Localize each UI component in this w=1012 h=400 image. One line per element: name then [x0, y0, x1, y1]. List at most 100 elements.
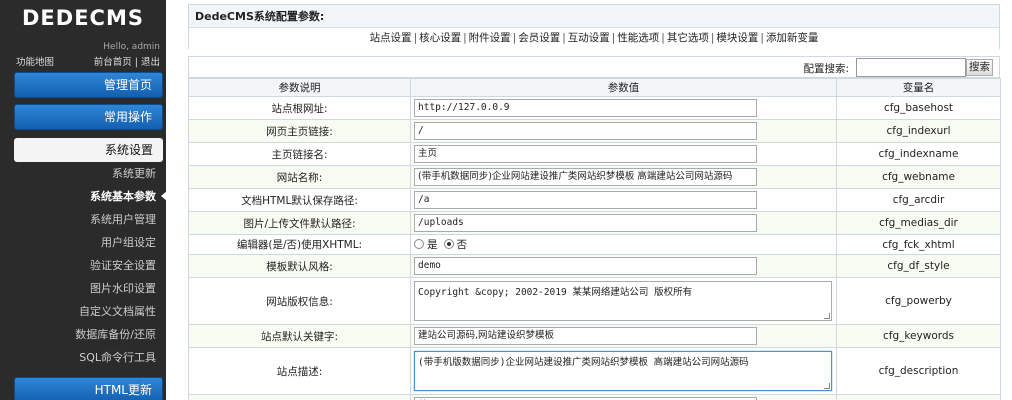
- sidebar-menu-item[interactable]: 系统用户管理: [0, 208, 166, 231]
- config-search-bar: 配置搜索: 搜索: [188, 56, 1000, 78]
- param-input[interactable]: http://127.0.0.9: [414, 99, 757, 117]
- param-desc: 网站名称:: [188, 165, 411, 189]
- sidebar-menu-item[interactable]: 系统基本参数: [0, 185, 167, 208]
- param-var-name: cfg_powerby: [836, 277, 1001, 325]
- settings-tab[interactable]: 互动设置: [568, 32, 610, 44]
- param-input[interactable]: (带手机数据同步)企业网站建设推广类网站织梦模板 高端建站公司网站源码: [414, 168, 757, 186]
- param-input[interactable]: /: [414, 122, 757, 140]
- param-input[interactable]: 主页: [414, 145, 757, 163]
- sidebar-menu-item[interactable]: 验证安全设置: [0, 254, 166, 277]
- sidebar-menu-label: 用户组设定: [101, 236, 156, 249]
- param-desc: 模板默认风格:: [188, 254, 411, 278]
- table-row: 站点默认关键字: 建站公司源码,网站建设织梦模板 cfg_keywords: [188, 324, 1001, 348]
- sidebar-menu-item[interactable]: SQL命令行工具: [0, 346, 166, 369]
- table-row: 主页链接名: 主页 cfg_indexname: [188, 142, 1001, 166]
- admin-home-button[interactable]: 管理首页: [14, 72, 163, 98]
- header-value: 参数值: [410, 78, 837, 97]
- param-desc: 编辑器(是/否)使用XHTML:: [188, 234, 411, 255]
- sidebar-menu-label: SQL命令行工具: [79, 351, 156, 364]
- param-textarea[interactable]: Copyright &copy; 2002-2019 某某网络建站公司 版权所有: [414, 281, 832, 321]
- sidebar-menu-item[interactable]: 图片水印设置: [0, 277, 166, 300]
- system-menu: 系统更新系统基本参数 系统用户管理用户组设定验证安全设置图片水印设置自定义文档属性…: [0, 162, 167, 369]
- param-desc: 站点描述:: [188, 347, 411, 395]
- param-value-cell: /: [410, 119, 837, 143]
- settings-tab[interactable]: 其它选项: [667, 32, 709, 44]
- param-var-name: cfg_df_style: [836, 254, 1001, 278]
- param-var-name: cfg_indexurl: [836, 119, 1001, 143]
- sidebar-menu-item[interactable]: 系统更新: [0, 162, 166, 185]
- search-button[interactable]: 搜索: [966, 59, 993, 76]
- param-desc: 主页链接名:: [188, 142, 411, 166]
- settings-tab[interactable]: 附件设置: [469, 32, 511, 44]
- radio-button[interactable]: [443, 239, 454, 249]
- param-input[interactable]: /a: [414, 191, 757, 209]
- param-desc: 网站版权信息:: [188, 277, 411, 325]
- link-separator: |: [134, 57, 138, 68]
- system-settings-button[interactable]: 系统设置: [14, 138, 163, 162]
- param-var-name: cfg_fck_xhtml: [836, 234, 1001, 255]
- table-row: 站点描述: (带手机版数据同步)企业网站建设推广类网站织梦模板 高端建站公司网站源…: [188, 347, 1001, 395]
- resize-grip-icon[interactable]: [824, 313, 830, 319]
- sitemap-link[interactable]: 功能地图: [16, 54, 54, 68]
- param-input[interactable]: /uploads: [414, 214, 757, 232]
- param-desc: 站点根网址:: [188, 96, 411, 120]
- greeting: Hello, admin: [103, 42, 160, 52]
- settings-tab[interactable]: 站点设置: [370, 32, 412, 44]
- table-row: 网站备案号:苏ICP12345678cfg_beian: [188, 394, 1001, 400]
- sidebar-menu-label: 系统更新: [112, 167, 156, 180]
- sidebar-menu-label: 图片水印设置: [90, 282, 156, 295]
- config-table: 参数说明 参数值 变量名 站点根网址: http://127.0.0.9 cfg_b…: [188, 78, 1001, 400]
- settings-tab[interactable]: 模块设置: [716, 32, 758, 44]
- sidebar-menu-label: 系统基本参数: [90, 190, 156, 203]
- param-var-name: cfg_medias_dir: [836, 211, 1001, 235]
- settings-tab[interactable]: 核心设置: [419, 32, 461, 44]
- sidebar-menu-label: 数据库备份/还原: [75, 328, 156, 341]
- textarea-text: Copyright &copy; 2002-2019 某某网络建站公司 版权所有: [418, 287, 693, 298]
- param-var-name: cfg_description: [836, 347, 1001, 395]
- sidebar-menu-label: 系统用户管理: [90, 213, 156, 226]
- sidebar: DEDECMS Hello, admin 功能地图 前台首页 | 退出 管理首页…: [0, 0, 167, 400]
- param-value-cell: 苏ICP12345678: [410, 394, 837, 400]
- tab-separator: |: [562, 32, 566, 44]
- settings-tab[interactable]: 会员设置: [518, 32, 560, 44]
- html-update-button[interactable]: HTML更新: [14, 377, 163, 400]
- param-var-name: cfg_arcdir: [836, 188, 1001, 212]
- param-input[interactable]: demo: [414, 257, 757, 275]
- settings-tab[interactable]: 性能选项: [617, 32, 659, 44]
- param-var-name: cfg_webname: [836, 165, 1001, 189]
- table-row: 图片/上传文件默认路径:/uploads cfg_medias_dir: [188, 211, 1001, 235]
- table-row: 站点根网址: http://127.0.0.9 cfg_basehost: [188, 96, 1001, 120]
- table-row: 模板默认风格: demo cfg_df_style: [188, 254, 1001, 278]
- main-content: DedeCMS系统配置参数: 站点设置 | 核心设置 | 附件设置 | 会员设置 | 互动设置 |…: [176, 0, 1012, 400]
- param-value-cell: 建站公司源码,网站建设织梦模板: [410, 324, 837, 348]
- user-row: Hello, admin 功能地图 前台首页 | 退出: [0, 36, 166, 68]
- search-input[interactable]: [856, 58, 966, 77]
- radio-button[interactable]: [414, 239, 424, 249]
- sidebar-menu-label: 自定义文档属性: [79, 305, 156, 318]
- settings-tabs: 站点设置 | 核心设置 | 附件设置 | 会员设置 | 互动设置 | 性能选项 | 其它选项 | 模块设置 |…: [188, 28, 1000, 49]
- resize-grip-icon[interactable]: [824, 383, 830, 389]
- frontpage-link[interactable]: 前台首页: [94, 57, 132, 68]
- param-var-name: cfg_basehost: [836, 96, 1001, 120]
- common-ops-button[interactable]: 常用操作: [14, 104, 163, 130]
- param-var-name: cfg_keywords: [836, 324, 1001, 348]
- radio-label: 是: [427, 239, 438, 251]
- table-row: 网页主页链接: / cfg_indexurl: [188, 119, 1001, 143]
- tab-separator: |: [413, 32, 418, 44]
- param-textarea[interactable]: (带手机版数据同步)企业网站建设推广类网站织梦模板 高端建站公司网站源码: [414, 351, 832, 391]
- param-desc: 站点默认关键字:: [188, 324, 411, 348]
- table-row: 网站名称: (带手机数据同步)企业网站建设推广类网站织梦模板 高端建站公司网站源码…: [188, 165, 1001, 189]
- param-value-cell: /a: [410, 188, 837, 212]
- active-arrow-icon: [161, 191, 167, 201]
- tab-separator: |: [760, 32, 764, 44]
- param-input[interactable]: 建站公司源码,网站建设织梦模板: [414, 327, 757, 345]
- param-value-cell: Copyright &copy; 2002-2019 某某网络建站公司 版权所有: [410, 277, 837, 325]
- logout-link[interactable]: 退出: [141, 57, 160, 68]
- sidebar-menu-item[interactable]: 自定义文档属性: [0, 300, 166, 323]
- param-value-cell: demo: [410, 254, 837, 278]
- sidebar-menu-item[interactable]: 数据库备份/还原: [0, 323, 166, 346]
- param-value-cell: 主页: [410, 142, 837, 166]
- settings-tab[interactable]: 添加新变量: [766, 32, 819, 44]
- sidebar-menu-item[interactable]: 用户组设定: [0, 231, 166, 254]
- table-row: 文档HTML默认保存路径:/a cfg_arcdir: [188, 188, 1001, 212]
